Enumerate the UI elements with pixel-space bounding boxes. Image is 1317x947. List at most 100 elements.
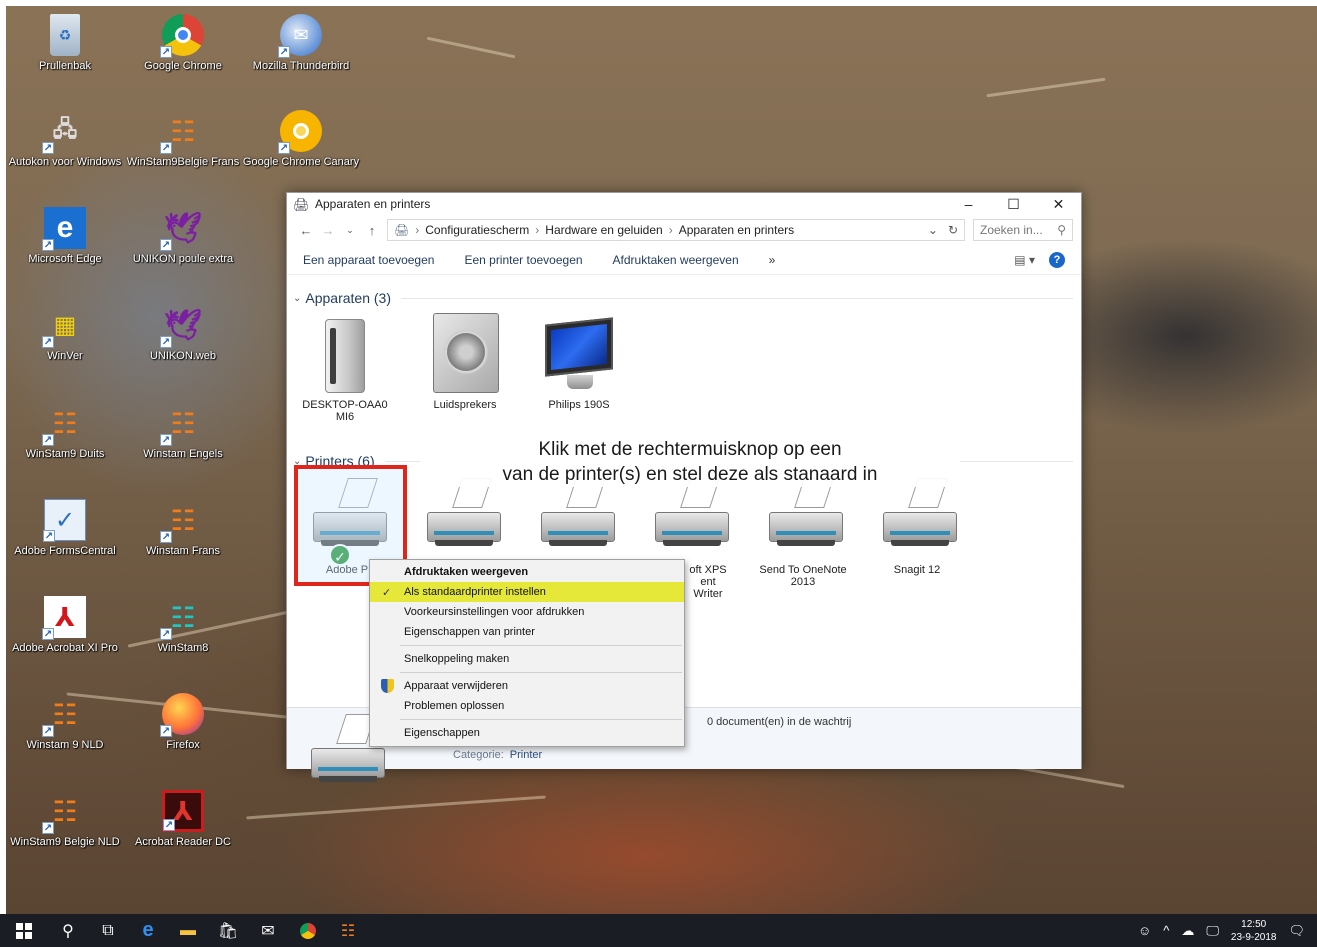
device-monitor[interactable]: Philips 190S [529,313,629,411]
show-hidden-icons-chevron[interactable]: ^ [1163,923,1169,938]
desktop-icon-adobe-formscentral[interactable]: ✓ ↗ Adobe FormsCentral [6,499,124,595]
address-dropdown-icon[interactable]: ⌄ [928,223,938,237]
more-commands-button[interactable]: » [769,253,776,267]
taskbar-mail[interactable]: ✉ [248,914,288,947]
add-printer-button[interactable]: Een printer toevoegen [464,253,582,267]
back-arrow-icon[interactable]: ← [295,223,317,238]
printer-onenote[interactable]: Send To OneNote 2013 [753,478,853,588]
desktop-icon-winstam9-belgie-nld[interactable]: ☷ ↗ WinStam9 Belgie NLD [6,790,124,886]
printer-icon [541,478,615,546]
task-view-button[interactable]: ⧉ [88,914,128,947]
chevron-down-icon: ⌄ [293,292,302,304]
taskbar-chrome[interactable] [288,914,328,947]
people-icon[interactable]: ☺ [1138,923,1151,938]
print-jobs-button[interactable]: Afdruktaken weergeven [613,253,739,267]
printer-snagit[interactable]: Snagit 12 [867,478,967,576]
devices-group-header[interactable]: ⌄ Apparaten (3) [293,290,1073,306]
desktop-icon-thunderbird[interactable]: ✉ ↗ Mozilla Thunderbird [242,14,360,110]
action-center-icon[interactable]: 🗨 [1288,923,1305,939]
taskbar-file-explorer[interactable]: ▬ [168,914,208,947]
printer-3[interactable] [525,478,625,564]
menu-item-printer-properties[interactable]: Eigenschappen van printer [370,622,684,642]
refresh-icon[interactable]: ↻ [948,223,958,237]
category-row: Categorie: Printer [453,749,542,761]
desktop-icon-firefox[interactable]: ↗ Firefox [124,693,242,789]
breadcrumb-control-panel[interactable]: Configuratiescherm [425,223,529,237]
desktop-icon-unikon-poule-extra[interactable]: 🕊 ↗ UNIKON poule extra [124,207,242,303]
computer-icon [325,319,365,393]
desktop-icon-autokon[interactable]: 🖧 ↗ Autokon voor Windows [6,110,124,206]
store-icon: 🛍 [217,922,239,940]
help-icon[interactable]: ? [1049,251,1065,268]
callout-line-1: Klik met de rechtermuisknop op een [538,439,842,460]
taskbar-winstam[interactable]: ☷ [328,914,368,947]
taskbar-edge[interactable]: e [128,914,168,947]
desktop-icon-acrobat-xi[interactable]: ⅄ ↗ Adobe Acrobat XI Pro [6,596,124,692]
menu-item-print-preferences[interactable]: Voorkeursinstellingen voor afdrukken [370,602,684,622]
desktop-icon-acrobat-reader-dc[interactable]: ⅄ ↗ Acrobat Reader DC [124,790,242,886]
desktop-icon-chrome[interactable]: ↗ Google Chrome [124,14,242,110]
queue-status: 0 document(en) in de wachtrij [707,716,852,728]
printer-fax[interactable] [411,478,511,564]
view-options-icon[interactable]: ▤ ▾ [1014,253,1035,267]
desktop-icon-edge[interactable]: e ↗ Microsoft Edge [6,207,124,303]
winstam-icon: ☷ ↗ [42,407,78,446]
start-button[interactable] [0,914,48,947]
breadcrumb-devices-printers[interactable]: Apparaten en printers [679,223,794,237]
desktop-icon-recycle-bin[interactable]: ♻ Prullenbak [6,14,124,110]
chrome-canary-icon: ↗ [278,110,322,154]
shortcut-arrow-icon: ↗ [42,142,54,154]
shortcut-arrow-icon: ↗ [42,434,54,446]
menu-item-set-default[interactable]: ✓ Als standaardprinter instellen [370,582,684,602]
shortcut-arrow-icon: ↗ [163,819,175,831]
shortcut-arrow-icon: ↗ [278,142,290,154]
folder-icon: ▬ [180,921,196,939]
maximize-button[interactable]: ☐ [991,196,1036,213]
winver-icon: ▦ ↗ [42,311,77,348]
network-icon[interactable]: 🖵 [1206,923,1219,939]
desktop-icon-winstam8[interactable]: ☷ ↗ WinStam8 [124,596,242,692]
menu-item-print-jobs[interactable]: Afdruktaken weergeven [370,562,684,582]
devices-header-label: Apparaten (3) [305,290,391,306]
forms-central-icon: ✓ ↗ [43,499,86,542]
winstam-icon: ☷ [340,922,356,940]
acrobat-reader-icon: ⅄ ↗ [162,790,204,832]
forward-arrow-icon[interactable]: → [317,223,339,238]
desktop-icon-winstam-9-nld[interactable]: ☷ ↗ Winstam 9 NLD [6,693,124,789]
printer-icon [769,478,843,546]
menu-item-create-shortcut[interactable]: Snelkoppeling maken [370,649,684,669]
desktop-icon-unikon-web[interactable]: 🕊 ↗ UNIKON.web [124,304,242,400]
up-arrow-icon[interactable]: ↑ [361,223,383,238]
desktop-icon-winstam-engels[interactable]: ☷ ↗ Winstam Engels [124,402,242,498]
close-button[interactable]: ✕ [1036,196,1081,213]
recent-dropdown-icon[interactable]: ⌄ [339,225,361,236]
device-speakers[interactable]: Luidsprekers [415,313,515,411]
minimize-button[interactable]: – [946,196,991,213]
search-icon: ⚲ [62,922,74,940]
winstam-icon: ☷ ↗ [160,504,196,543]
shortcut-arrow-icon: ↗ [42,822,54,834]
desktop-icon-winstam9belgie-frans[interactable]: ☷ ↗ WinStam9Belgie Frans [124,110,242,206]
clock[interactable]: 12:50 23-9-2018 [1231,918,1277,944]
menu-label: Problemen oplossen [404,700,505,712]
clock-time: 12:50 [1241,918,1267,930]
system-tray: ☺ ^ ☁ 🖵 12:50 23-9-2018 🗨 [1138,918,1317,944]
address-bar[interactable]: 🖨 › Configuratiescherm › Hardware en gel… [387,219,965,241]
desktop-icon-winstam9-duits[interactable]: ☷ ↗ WinStam9 Duits [6,402,124,498]
fax-icon [427,478,501,546]
printer-label: Snagit 12 [893,564,941,576]
search-input[interactable]: Zoeken in... ⚲ [973,219,1073,241]
menu-item-remove-device[interactable]: Apparaat verwijderen [370,676,684,696]
search-button[interactable]: ⚲ [48,914,88,947]
desktop-icon-winver[interactable]: ▦ ↗ WinVer [6,304,124,400]
search-placeholder: Zoeken in... [980,223,1043,237]
menu-item-properties[interactable]: Eigenschappen [370,723,684,743]
breadcrumb-hardware-sound[interactable]: Hardware en geluiden [545,223,662,237]
device-desktop-pc[interactable]: DESKTOP-OAA0 MI6 [295,313,395,423]
taskbar-store[interactable]: 🛍 [208,914,248,947]
add-device-button[interactable]: Een apparaat toevoegen [303,253,434,267]
desktop-icon-winstam-frans[interactable]: ☷ ↗ Winstam Frans [124,499,242,595]
winstam-icon: ☷ ↗ [160,407,196,446]
onedrive-cloud-icon[interactable]: ☁ [1181,923,1194,939]
menu-item-troubleshoot[interactable]: Problemen oplossen [370,696,684,716]
